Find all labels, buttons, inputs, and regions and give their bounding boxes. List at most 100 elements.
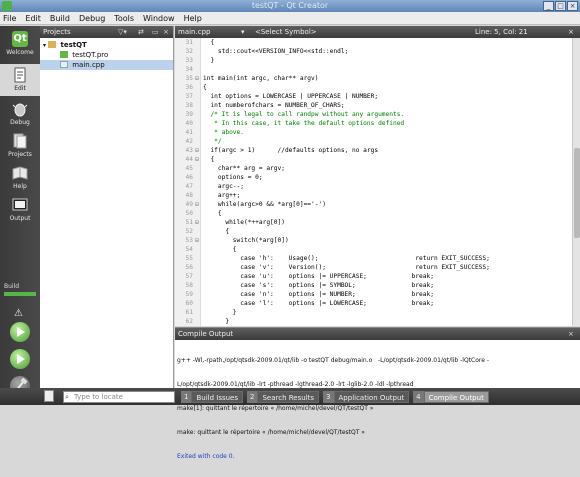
- code-text: {: [203, 84, 207, 91]
- tree-item-main-cpp[interactable]: main.cpp: [40, 60, 173, 70]
- close-output-icon[interactable]: ×: [568, 330, 574, 338]
- code-line[interactable]: 39 /* It is legal to call randpw without…: [175, 110, 572, 119]
- code-line[interactable]: 57 case 'u': options |= UPPERCASE; break…: [175, 272, 572, 281]
- collapse-icon[interactable]: ▾: [43, 42, 46, 49]
- folder-icon: [48, 41, 57, 48]
- code-text: }: [203, 309, 237, 316]
- code-line[interactable]: 61 }: [175, 308, 572, 317]
- code-line[interactable]: 49 ⊟ while(argc>0 && *arg[0]=='-'): [175, 200, 572, 209]
- code-line[interactable]: 60 case 'l': options |= LOWERCASE; break…: [175, 299, 572, 308]
- warning-icon: ⚠: [14, 308, 23, 319]
- pane-number: 2: [247, 390, 258, 403]
- fold-marker-icon[interactable]: ⊟: [194, 155, 200, 164]
- code-line[interactable]: 53 ⊟ switch(*arg[0]): [175, 236, 572, 245]
- mode-output[interactable]: Output: [0, 194, 40, 226]
- sidebar-toggle-icon[interactable]: [44, 390, 54, 402]
- locate-input[interactable]: Type to locate: [63, 390, 175, 403]
- mode-debug[interactable]: Debug: [0, 98, 40, 130]
- code-line[interactable]: 31 {: [175, 38, 572, 47]
- tree-item-project[interactable]: ▾ testQT: [40, 40, 173, 50]
- close-editor-icon[interactable]: ×: [568, 28, 574, 36]
- menu-debug[interactable]: Debug: [79, 14, 105, 23]
- pane-search-results[interactable]: 2 Search Results: [247, 390, 320, 403]
- code-text: std::cout<<VERSION_INFO<<std::endl;: [203, 48, 349, 55]
- code-area[interactable]: 31 {32 std::cout<<VERSION_INFO<<std::end…: [175, 38, 572, 326]
- code-line[interactable]: 54 {: [175, 245, 572, 254]
- tree-item-label: testQT: [60, 41, 87, 49]
- mode-help[interactable]: Help: [0, 162, 40, 194]
- code-line[interactable]: 56 case 'v': Version(); return EXIT_SUCC…: [175, 263, 572, 272]
- mode-selector: Qt Welcome Edit Debug Projects Help Outp…: [0, 26, 40, 396]
- menu-edit[interactable]: Edit: [25, 14, 41, 23]
- fold-marker-icon[interactable]: ⊟: [194, 218, 200, 227]
- code-line[interactable]: 55 case 'h': Usage(); return EXIT_SUCCES…: [175, 254, 572, 263]
- code-line[interactable]: 41 * above.: [175, 128, 572, 137]
- code-editor[interactable]: main.cpp ▾ <Select Symbol> Line: 5, Col:…: [175, 26, 580, 326]
- pane-build-issues[interactable]: 1 Build Issues: [181, 390, 244, 403]
- close-icon[interactable]: ×: [567, 1, 578, 11]
- line-number: 50: [185, 210, 193, 217]
- code-text: case 'v': Version(); return EXIT_SUCCESS…: [203, 264, 490, 271]
- line-number: 31: [185, 39, 193, 46]
- code-line[interactable]: 45 char** arg = argv;: [175, 164, 572, 173]
- code-line[interactable]: 44 ⊟ {: [175, 155, 572, 164]
- code-text: char** arg = argv;: [203, 165, 285, 172]
- code-line[interactable]: 59 case 'n': options |= NUMBER; break;: [175, 290, 572, 299]
- editor-toolbar: main.cpp ▾ <Select Symbol> Line: 5, Col:…: [175, 26, 580, 38]
- pane-label: Build Issues: [191, 390, 244, 403]
- code-text: {: [203, 246, 237, 253]
- projects-icon: [12, 133, 28, 149]
- menu-file[interactable]: File: [3, 14, 16, 23]
- line-number: 46: [185, 174, 193, 181]
- filter-icon[interactable]: ▽▾: [118, 28, 127, 36]
- code-line[interactable]: 33 }: [175, 56, 572, 65]
- split-icon[interactable]: ▭: [152, 28, 159, 36]
- scrollbar-thumb[interactable]: [574, 148, 580, 238]
- pane-compile-output[interactable]: 4 Compile Output: [413, 390, 489, 403]
- code-line[interactable]: 62 }: [175, 317, 572, 326]
- mode-welcome[interactable]: Qt Welcome: [0, 28, 40, 60]
- sync-icon[interactable]: ⇄: [138, 28, 144, 36]
- file-selector[interactable]: main.cpp: [178, 28, 210, 36]
- code-line[interactable]: 37 int options = LOWERCASE | UPPERCASE |…: [175, 92, 572, 101]
- fold-marker-icon[interactable]: ⊟: [194, 200, 200, 209]
- maximize-icon[interactable]: □: [555, 1, 566, 11]
- menu-tools[interactable]: Tools: [114, 14, 134, 23]
- code-line[interactable]: 46 options = 0;: [175, 173, 572, 182]
- tree-item-label: testQT.pro: [72, 51, 109, 59]
- tree-item-pro-file[interactable]: testQT.pro: [40, 50, 173, 60]
- code-line[interactable]: 51 ⊟ while(*++arg[0]): [175, 218, 572, 227]
- code-line[interactable]: 42 */: [175, 137, 572, 146]
- code-line[interactable]: 50 {: [175, 209, 572, 218]
- code-line[interactable]: 36 {: [175, 83, 572, 92]
- run-button[interactable]: [10, 322, 30, 342]
- code-line[interactable]: 40 * In this case, it take the default o…: [175, 119, 572, 128]
- minimize-icon[interactable]: _: [543, 1, 554, 11]
- code-line[interactable]: 38 int numberofchars = NUMBER_OF_CHARS;: [175, 101, 572, 110]
- file-selector-arrow-icon[interactable]: ▾: [241, 28, 245, 36]
- code-line[interactable]: 35 ⊟ int main(int argc, char** argv): [175, 74, 572, 83]
- symbol-selector[interactable]: <Select Symbol>: [255, 28, 317, 36]
- pane-application-output[interactable]: 3 Application Output: [323, 390, 410, 403]
- code-line[interactable]: 32 std::cout<<VERSION_INFO<<std::endl;: [175, 47, 572, 56]
- fold-marker-icon[interactable]: ⊟: [194, 236, 200, 245]
- line-number: 32: [185, 48, 193, 55]
- code-line[interactable]: 43 ⊟ if(argc > 1) //defaults options, no …: [175, 146, 572, 155]
- code-line[interactable]: 52 {: [175, 227, 572, 236]
- code-line[interactable]: 34: [175, 65, 572, 74]
- fold-marker-icon[interactable]: ⊟: [194, 74, 200, 83]
- fold-marker-icon[interactable]: ⊟: [194, 146, 200, 155]
- code-line[interactable]: 47 argc--;: [175, 182, 572, 191]
- close-panel-icon[interactable]: ×: [163, 28, 169, 36]
- mode-projects[interactable]: Projects: [0, 130, 40, 162]
- mode-edit[interactable]: Edit: [0, 64, 40, 96]
- editor-scrollbar[interactable]: [572, 38, 580, 326]
- menu-build[interactable]: Build: [50, 14, 70, 23]
- mode-label: Debug: [10, 119, 30, 126]
- code-line[interactable]: 48 arg++;: [175, 191, 572, 200]
- menu-help[interactable]: Help: [184, 14, 202, 23]
- debug-run-button[interactable]: [10, 349, 30, 369]
- menu-window[interactable]: Window: [143, 14, 175, 23]
- line-number: 53: [185, 237, 193, 244]
- code-line[interactable]: 58 case 's': options |= SYMBOL; break;: [175, 281, 572, 290]
